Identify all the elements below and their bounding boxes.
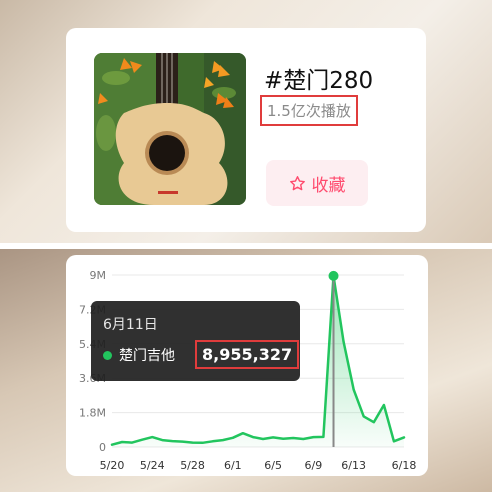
- x-tick-label: 5/20: [100, 459, 125, 472]
- play-count: 1.5亿次播放: [260, 95, 358, 126]
- tooltip-date: 6月11日: [103, 317, 158, 333]
- y-tick-label: 0: [99, 441, 106, 454]
- series-color-dot: [103, 351, 112, 360]
- album-cover[interactable]: [94, 53, 246, 205]
- x-tick-label: 6/1: [224, 459, 242, 472]
- y-tick-label: 1.8M: [79, 407, 106, 420]
- chart-tooltip: 6月11日 楚门吉他 8,955,327: [91, 301, 300, 381]
- highlight-point: [328, 270, 339, 281]
- x-tick-label: 6/13: [341, 459, 366, 472]
- tooltip-series-name: 楚门吉他: [119, 348, 175, 364]
- x-tick-label: 5/24: [140, 459, 165, 472]
- x-tick-label: 6/18: [392, 459, 417, 472]
- x-tick-label: 5/28: [180, 459, 205, 472]
- x-tick-label: 6/9: [305, 459, 323, 472]
- tooltip-value: 8,955,327: [195, 340, 300, 369]
- y-tick-label: 9M: [90, 269, 107, 282]
- x-tick-label: 6/5: [264, 459, 282, 472]
- favorite-button[interactable]: 收藏: [266, 160, 368, 206]
- song-hashtag-title: #楚门280: [264, 68, 374, 94]
- song-card: #楚门280 1.5亿次播放 收藏: [66, 28, 426, 232]
- screenshot-divider: [0, 243, 492, 249]
- guitar-cover-image: [94, 53, 246, 205]
- star-outline-icon: [289, 175, 305, 190]
- favorite-label: 收藏: [311, 175, 346, 196]
